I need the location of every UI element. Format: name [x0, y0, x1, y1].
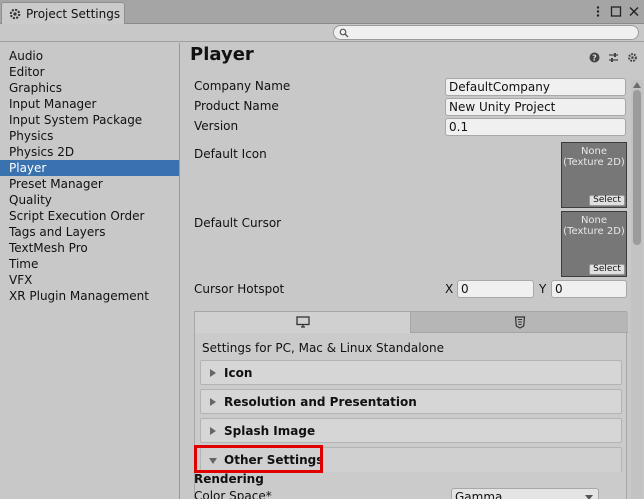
section-resolution-and-presentation[interactable]: Resolution and Presentation: [200, 389, 622, 414]
expand-arrow-icon: [210, 369, 216, 377]
tab-webgl[interactable]: [411, 312, 628, 333]
tab-standalone[interactable]: [195, 312, 411, 333]
version-label: Version: [194, 119, 239, 133]
sidebar-item-time[interactable]: Time: [0, 256, 179, 272]
section-label: Other Settings: [224, 453, 324, 467]
desktop-monitor-icon: [295, 316, 310, 328]
scroll-up-arrow-icon[interactable]: [633, 82, 641, 88]
more-options-icon[interactable]: [592, 5, 604, 18]
hotspot-y-label: Y: [539, 282, 547, 296]
color-space-value: Gamma: [455, 490, 503, 499]
search-input[interactable]: [352, 26, 632, 39]
search-box[interactable]: [333, 25, 639, 40]
rendering-heading: Rendering: [194, 472, 264, 486]
default-cursor-label: Default Cursor: [194, 216, 282, 230]
section-label: Splash Image: [224, 424, 316, 438]
preset-sliders-icon[interactable]: [608, 52, 619, 63]
sidebar-item-input-system-package[interactable]: Input System Package: [0, 112, 179, 128]
section-label: Icon: [224, 366, 253, 380]
default-cursor-texture-slot[interactable]: None (Texture 2D) Select: [561, 211, 627, 277]
close-icon[interactable]: [628, 5, 640, 18]
platform-caption: Settings for PC, Mac & Linux Standalone: [202, 341, 444, 355]
company-name-label: Company Name: [194, 79, 291, 93]
product-name-field[interactable]: New Unity Project: [445, 98, 626, 116]
section-label: Resolution and Presentation: [224, 395, 417, 409]
default-cursor-select-button[interactable]: Select: [589, 264, 625, 275]
section-icon[interactable]: Icon: [200, 360, 622, 385]
section-splash-image[interactable]: Splash Image: [200, 418, 622, 443]
gear-icon: [9, 8, 21, 19]
page-title: Player: [190, 44, 254, 65]
hotspot-x-label: X: [445, 282, 454, 296]
sidebar-item-script-execution-order[interactable]: Script Execution Order: [0, 208, 179, 224]
sidebar-item-vfx[interactable]: VFX: [0, 272, 179, 288]
sidebar-item-input-manager[interactable]: Input Manager: [0, 96, 179, 112]
maximize-icon[interactable]: [610, 5, 622, 18]
section-other-settings[interactable]: Other Settings: [200, 447, 622, 472]
vertical-scrollbar[interactable]: [631, 80, 643, 499]
sidebar-item-editor[interactable]: Editor: [0, 64, 179, 80]
sidebar-item-physics[interactable]: Physics: [0, 128, 179, 144]
sidebar-item-tags-and-layers[interactable]: Tags and Layers: [0, 224, 179, 240]
settings-category-list: Audio Editor Graphics Input Manager Inpu…: [0, 43, 180, 499]
expand-arrow-icon: [210, 427, 216, 435]
color-space-label: Color Space*: [194, 489, 272, 499]
color-space-dropdown[interactable]: Gamma: [451, 488, 599, 499]
expand-arrow-icon: [210, 398, 216, 406]
company-name-field[interactable]: DefaultCompany: [445, 78, 626, 96]
sidebar-item-physics-2d[interactable]: Physics 2D: [0, 144, 179, 160]
toolbar: [0, 24, 644, 42]
default-icon-select-button[interactable]: Select: [589, 195, 625, 206]
sidebar-item-preset-manager[interactable]: Preset Manager: [0, 176, 179, 192]
window-titlebar: Project Settings: [0, 0, 644, 24]
sidebar-item-textmesh-pro[interactable]: TextMesh Pro: [0, 240, 179, 256]
help-icon[interactable]: ?: [589, 52, 600, 63]
default-icon-texture-slot[interactable]: None (Texture 2D) Select: [561, 142, 627, 208]
sidebar-item-quality[interactable]: Quality: [0, 192, 179, 208]
collapse-arrow-icon: [209, 458, 217, 464]
search-icon: [339, 28, 349, 38]
sidebar-item-graphics[interactable]: Graphics: [0, 80, 179, 96]
webgl-html5-icon: [514, 316, 525, 329]
scrollbar-thumb[interactable]: [633, 90, 641, 245]
version-field[interactable]: 0.1: [445, 118, 626, 136]
platform-settings-panel: Settings for PC, Mac & Linux Standalone …: [194, 311, 628, 499]
chevron-down-icon: [585, 495, 593, 499]
cursor-hotspot-label: Cursor Hotspot: [194, 282, 285, 296]
texture-slot-placeholder: None (Texture 2D): [563, 146, 625, 168]
hotspot-y-field[interactable]: 0: [551, 280, 627, 298]
product-name-label: Product Name: [194, 99, 279, 113]
sidebar-item-player[interactable]: Player: [0, 160, 179, 176]
project-settings-tab[interactable]: Project Settings: [1, 2, 125, 24]
default-icon-label: Default Icon: [194, 147, 267, 161]
texture-slot-placeholder: None (Texture 2D): [563, 215, 625, 237]
window-title: Project Settings: [26, 6, 121, 21]
svg-text:?: ?: [592, 54, 597, 63]
settings-gear-icon[interactable]: [627, 52, 638, 63]
sidebar-item-xr-plugin-management[interactable]: XR Plugin Management: [0, 288, 179, 304]
player-settings-panel: Player ? Company Name DefaultCompany Pro…: [181, 43, 644, 499]
hotspot-x-field[interactable]: 0: [457, 280, 534, 298]
sidebar-item-audio[interactable]: Audio: [0, 48, 179, 64]
